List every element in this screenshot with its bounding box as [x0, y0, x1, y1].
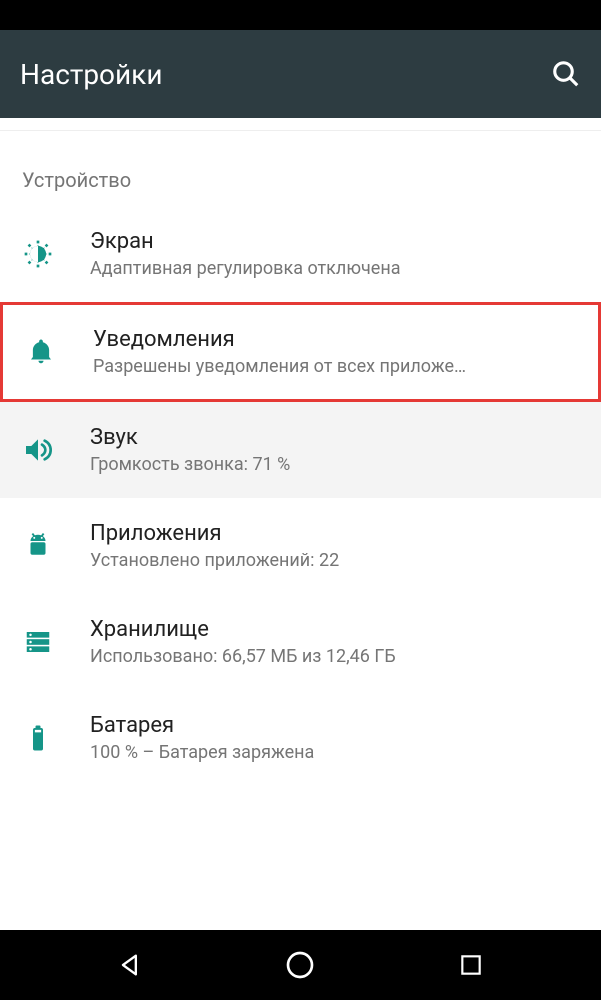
item-subtitle: Адаптивная регулировка отключена [90, 258, 579, 279]
item-subtitle: Громкость звонка: 71 % [90, 454, 579, 475]
item-subtitle: 100 % – Батарея заряжена [90, 742, 579, 763]
circle-home-icon [284, 949, 316, 981]
item-title: Приложения [90, 521, 579, 546]
section-divider [0, 130, 601, 150]
item-text: Экран Адаптивная регулировка отключена [90, 229, 579, 279]
volume-icon [22, 434, 54, 466]
back-button[interactable] [112, 947, 148, 983]
settings-item-sound[interactable]: Звук Громкость звонка: 71 % [0, 402, 601, 498]
search-button[interactable] [551, 59, 581, 89]
page-title: Настройки [20, 58, 162, 91]
item-title: Звук [90, 425, 579, 450]
item-subtitle: Использовано: 66,57 МБ из 12,46 ГБ [90, 646, 579, 667]
settings-item-display[interactable]: Экран Адаптивная регулировка отключена [0, 206, 601, 302]
app-bar: Настройки [0, 30, 601, 118]
item-title: Батарея [90, 713, 579, 738]
settings-item-battery[interactable]: Батарея 100 % – Батарея заряжена [0, 690, 601, 786]
battery-icon [22, 722, 54, 754]
square-recents-icon [458, 952, 484, 978]
section-header-device: Устройство [0, 150, 601, 206]
item-text: Батарея 100 % – Батарея заряжена [90, 713, 579, 763]
bell-icon [25, 336, 57, 368]
triangle-back-icon [116, 951, 144, 979]
settings-item-notifications[interactable]: Уведомления Разрешены уведомления от все… [0, 302, 601, 402]
android-icon [22, 530, 54, 562]
item-subtitle: Установлено приложений: 22 [90, 550, 579, 571]
navigation-bar [0, 930, 601, 1000]
item-text: Звук Громкость звонка: 71 % [90, 425, 579, 475]
recents-button[interactable] [453, 947, 489, 983]
settings-list: Устройство Экран Адаптивная регулировка … [0, 118, 601, 786]
item-title: Экран [90, 229, 579, 254]
storage-icon [22, 626, 54, 658]
item-title: Хранилище [90, 617, 579, 642]
home-button[interactable] [282, 947, 318, 983]
item-text: Уведомления Разрешены уведомления от все… [93, 327, 576, 377]
item-subtitle: Разрешены уведомления от всех приложе… [93, 356, 576, 377]
search-icon [551, 59, 581, 89]
item-title: Уведомления [93, 327, 576, 352]
item-text: Хранилище Использовано: 66,57 МБ из 12,4… [90, 617, 579, 667]
item-text: Приложения Установлено приложений: 22 [90, 521, 579, 571]
settings-item-storage[interactable]: Хранилище Использовано: 66,57 МБ из 12,4… [0, 594, 601, 690]
status-bar [0, 0, 601, 30]
brightness-icon [22, 238, 54, 270]
settings-item-apps[interactable]: Приложения Установлено приложений: 22 [0, 498, 601, 594]
